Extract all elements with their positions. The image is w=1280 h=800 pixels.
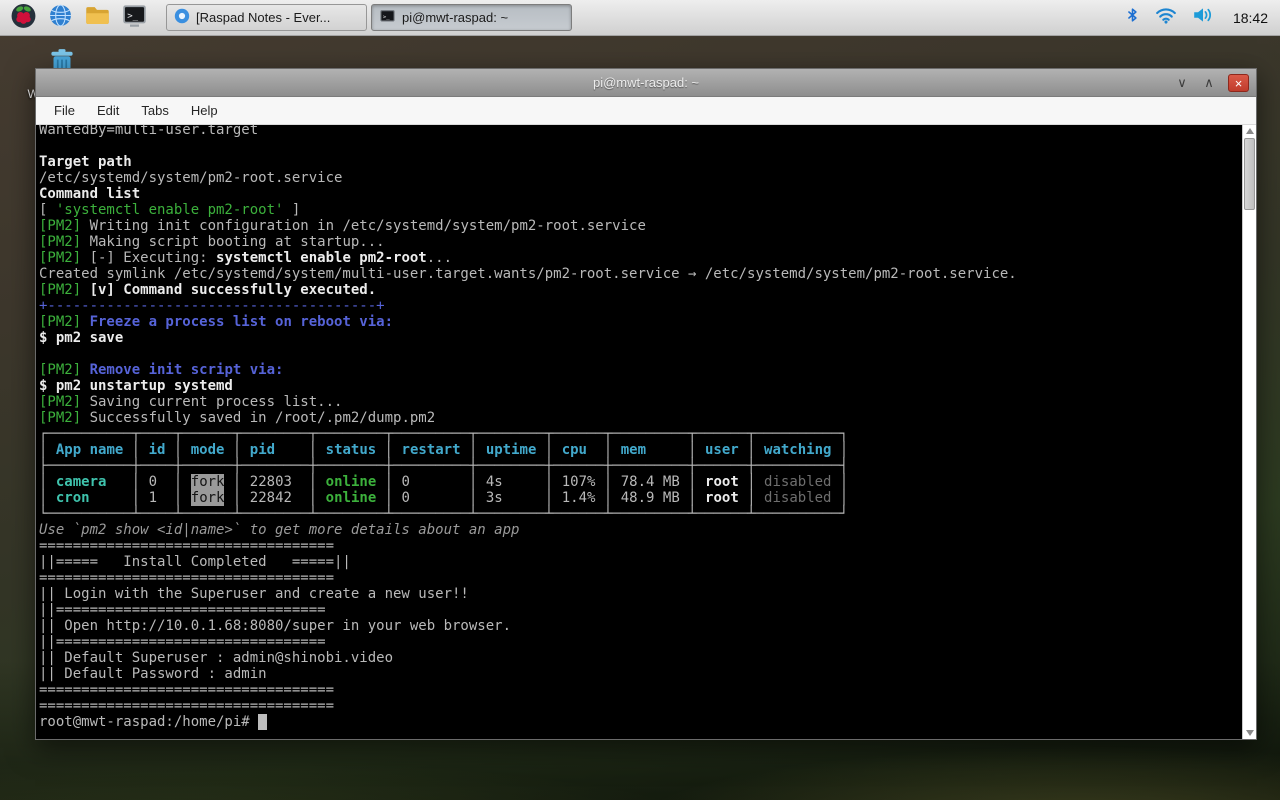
terminal-line: $ pm2 save	[39, 330, 124, 346]
minimize-button[interactable]: ∨	[1174, 74, 1190, 92]
wifi-icon[interactable]	[1155, 6, 1177, 29]
volume-icon[interactable]	[1192, 6, 1214, 29]
svg-text:>_: >_	[383, 14, 390, 20]
terminal-line: Command list	[39, 186, 141, 202]
raspberry-pi-menu-icon	[10, 2, 37, 34]
terminal-line: ||===== Install Completed =====||	[39, 554, 351, 570]
terminal-line: [PM2] Saving current process list...	[39, 394, 343, 410]
terminal-scrollbar[interactable]	[1242, 125, 1256, 739]
terminal-icon: >_	[379, 8, 396, 28]
terminal-line: └──────────┴────┴──────┴────────┴───────…	[39, 506, 849, 522]
terminal-line: │ cron │ 1 │ fork │ 22842 │ online │ 0 │…	[39, 490, 849, 506]
web-browser-launcher[interactable]	[45, 3, 75, 33]
window-title: pi@mwt-raspad: ~	[592, 75, 700, 90]
terminal-line: [PM2] [-] Executing: systemctl enable pm…	[39, 250, 453, 266]
terminal-line: root@mwt-raspad:/home/pi#	[39, 714, 1240, 730]
terminal-line: Target path	[39, 154, 132, 170]
system-tray: 18:42	[1125, 6, 1272, 29]
task-button-list: [Raspad Notes - Ever... >_ pi@mwt-raspad…	[166, 4, 572, 31]
terminal-line: [ 'systemctl enable pm2-root' ]	[39, 202, 301, 218]
folder-icon	[84, 2, 111, 34]
terminal-line: [PM2] [v] Command successfully executed.	[39, 282, 377, 298]
terminal-line: │ App name │ id │ mode │ pid │ status │ …	[39, 442, 849, 458]
terminal-line: || Login with the Superuser and create a…	[39, 586, 469, 602]
task-button-label: pi@mwt-raspad: ~	[402, 10, 509, 25]
terminal-line: [PM2] Successfully saved in /root/.pm2/d…	[39, 410, 436, 426]
terminal-line: ===================================	[39, 538, 335, 554]
terminal-line: ===================================	[39, 682, 335, 698]
maximize-button[interactable]: ∧	[1201, 74, 1217, 92]
terminal-line: || Default Password : admin	[39, 666, 267, 682]
svg-text:>_: >_	[127, 11, 138, 21]
close-button[interactable]: ×	[1228, 73, 1249, 92]
menu-edit[interactable]: Edit	[87, 99, 129, 122]
terminal-line: ┌──────────┬────┬──────┬────────┬───────…	[39, 426, 849, 442]
file-manager-launcher[interactable]	[82, 3, 112, 33]
task-button-raspad-notes[interactable]: [Raspad Notes - Ever...	[166, 4, 367, 31]
bluetooth-icon[interactable]	[1125, 6, 1140, 29]
terminal-line: Use `pm2 show <id|name>` to get more det…	[39, 522, 520, 538]
terminal-line: [PM2] Writing init configuration in /etc…	[39, 218, 646, 234]
terminal-line: +---------------------------------------…	[39, 298, 385, 314]
terminal-line: ||================================	[39, 602, 326, 618]
taskbar-clock[interactable]: 18:42	[1229, 10, 1268, 26]
terminal-line: ||================================	[39, 634, 326, 650]
terminal-line: [PM2] Making script booting at startup..…	[39, 234, 385, 250]
terminal-line: [PM2] Freeze a process list on reboot vi…	[39, 314, 394, 330]
terminal-line: WantedBy=multi-user.target	[39, 125, 259, 138]
terminal-line: ├──────────┼────┼──────┼────────┼───────…	[39, 458, 849, 474]
terminal-launcher[interactable]: >_	[119, 3, 149, 33]
menu-tabs[interactable]: Tabs	[131, 99, 178, 122]
terminal-icon: >_	[121, 2, 148, 34]
taskbar: >_ [Raspad Notes - Ever... >_ pi@mwt-ras…	[0, 0, 1280, 36]
menu-help[interactable]: Help	[181, 99, 228, 122]
scroll-up-arrow-icon[interactable]	[1246, 128, 1254, 134]
notes-app-icon	[174, 8, 190, 27]
window-titlebar[interactable]: pi@mwt-raspad: ~ ∨ ∧ ×	[36, 69, 1256, 97]
terminal-window: pi@mwt-raspad: ~ ∨ ∧ × File Edit Tabs He…	[35, 68, 1257, 740]
scroll-down-arrow-icon[interactable]	[1246, 730, 1254, 736]
task-button-terminal[interactable]: >_ pi@mwt-raspad: ~	[371, 4, 572, 31]
terminal-output: WantedBy=multi-user.target Target path/e…	[39, 125, 1240, 739]
terminal-line: [PM2] Remove init script via:	[39, 362, 284, 378]
terminal-line: || Default Superuser : admin@shinobi.vid…	[39, 650, 394, 666]
terminal-line: /etc/systemd/system/pm2-root.service	[39, 170, 343, 186]
terminal-menubar: File Edit Tabs Help	[36, 97, 1256, 125]
terminal-line: ===================================	[39, 570, 335, 586]
globe-icon	[48, 3, 73, 33]
terminal-line: $ pm2 unstartup systemd	[39, 378, 233, 394]
task-button-label: [Raspad Notes - Ever...	[196, 10, 331, 25]
terminal-line: │ camera │ 0 │ fork │ 22803 │ online │ 0…	[39, 474, 849, 490]
terminal-line: Created symlink /etc/systemd/system/mult…	[39, 266, 1017, 282]
terminal-viewport[interactable]: WantedBy=multi-user.target Target path/e…	[36, 125, 1256, 739]
menu-file[interactable]: File	[44, 99, 85, 122]
window-controls: ∨ ∧ ×	[1174, 69, 1249, 96]
applications-menu-button[interactable]	[8, 3, 38, 33]
terminal-line: || Open http://10.0.1.68:8080/super in y…	[39, 618, 512, 634]
scrollbar-thumb[interactable]	[1244, 138, 1255, 210]
terminal-line: ===================================	[39, 698, 335, 714]
